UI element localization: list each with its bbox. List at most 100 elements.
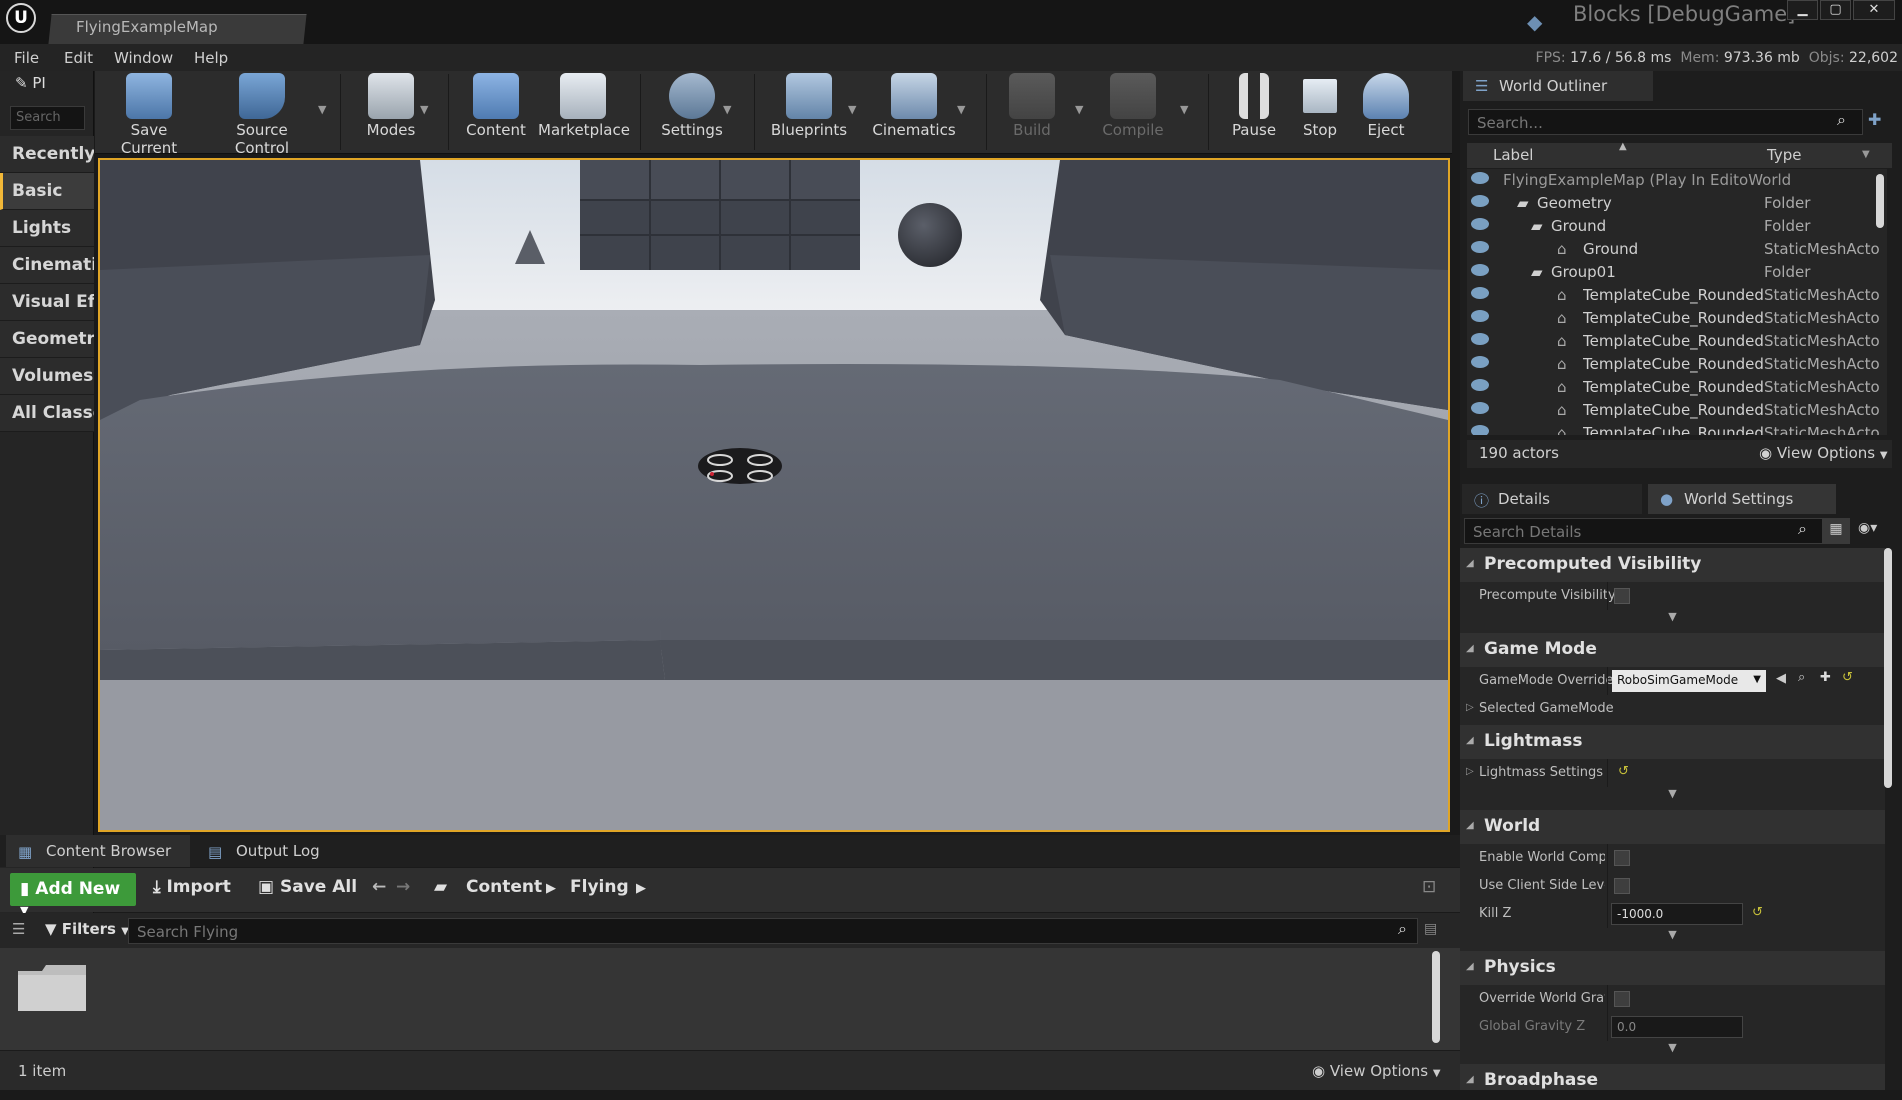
advanced-expander[interactable]: ▼ (1460, 928, 1885, 944)
list-item[interactable]: ⌂ TemplateCube_Rounded_ StaticMeshActo (1467, 330, 1887, 353)
override-world-gravity-checkbox[interactable] (1614, 991, 1630, 1007)
list-item[interactable]: ⌂ TemplateCube_Rounded_ StaticMeshActo (1467, 353, 1887, 376)
content-search-input[interactable]: Search Flying (128, 918, 1418, 944)
outliner-search-input[interactable]: Search... (1468, 109, 1863, 135)
menu-help[interactable]: Help (194, 49, 228, 67)
section-game-mode[interactable]: Game Mode (1460, 633, 1885, 667)
search-icon[interactable]: ⌕ (1798, 519, 1807, 539)
marketplace-button[interactable]: Marketplace (538, 73, 630, 139)
chevron-down-icon[interactable]: ▼ (1862, 149, 1870, 160)
visibility-eye-icon[interactable] (1471, 333, 1489, 345)
reset-default-icon[interactable]: ↺ (1752, 905, 1763, 920)
enable-world-composition-checkbox[interactable] (1614, 850, 1630, 866)
save-current-button[interactable]: Save Current (104, 73, 194, 157)
advanced-expander[interactable]: ▼ (1460, 1041, 1885, 1057)
modes-dropdown[interactable]: ▼ (420, 103, 428, 116)
property-matrix-icon[interactable]: ▦ (1822, 518, 1850, 544)
content-scrollbar[interactable] (1432, 951, 1440, 1043)
list-item[interactable]: ⌂ TemplateCube_Rounded_ StaticMeshActo (1467, 399, 1887, 422)
add-icon[interactable]: ✚ (1820, 670, 1831, 685)
import-button[interactable]: ⤓ Import (153, 877, 231, 897)
category-volumes[interactable]: Volumes (0, 358, 94, 395)
create-folder-icon[interactable]: ✚ (1868, 110, 1881, 129)
category-lights[interactable]: Lights (0, 210, 94, 247)
settings-button[interactable]: Settings (656, 73, 728, 139)
category-basic[interactable]: Basic (0, 173, 94, 210)
blueprints-dropdown[interactable]: ▼ (848, 103, 856, 116)
section-broadphase[interactable]: Broadphase (1460, 1064, 1885, 1090)
cinematics-dropdown[interactable]: ▼ (957, 103, 965, 116)
stop-button[interactable]: Stop (1292, 73, 1348, 139)
browse-search-icon[interactable]: ⌕ (1798, 670, 1805, 685)
list-item[interactable]: ▰ Ground Folder (1467, 215, 1887, 238)
sources-toggle-icon[interactable]: ☰ (12, 920, 25, 938)
filters-button[interactable]: ▼ Filters ▼ (45, 920, 129, 938)
history-back-button[interactable]: ← (372, 877, 386, 897)
list-item[interactable]: ▰ Group01 Folder (1467, 261, 1887, 284)
path-separator-icon[interactable]: ▶ (546, 881, 556, 896)
list-item[interactable]: ▰ Geometry Folder (1467, 192, 1887, 215)
category-all-classes[interactable]: All Classes (0, 395, 94, 432)
visibility-eye-icon[interactable] (1471, 195, 1489, 207)
path-flying[interactable]: Flying (570, 877, 629, 897)
section-world[interactable]: World (1460, 810, 1885, 844)
visibility-eye-icon[interactable] (1471, 356, 1489, 368)
path-separator-icon[interactable]: ▶ (636, 881, 646, 896)
tab-world-settings[interactable]: ● World Settings (1648, 484, 1836, 514)
add-new-button[interactable]: ▮ Add New ▼ (10, 873, 136, 917)
compile-dropdown[interactable]: ▼ (1180, 103, 1188, 116)
list-item[interactable]: ⌂ TemplateCube_Rounded_ StaticMeshActo (1467, 307, 1887, 330)
build-button[interactable]: Build (1004, 73, 1060, 139)
save-all-button[interactable]: ▣ Save All (258, 877, 357, 897)
category-visual-effects[interactable]: Visual Effects (0, 284, 94, 321)
category-geometry[interactable]: Geometry (0, 321, 94, 358)
tab-content-browser[interactable]: ▦ Content Browser (6, 835, 190, 867)
advanced-expander[interactable]: ▼ (1460, 610, 1885, 626)
modes-search-input[interactable]: Search (10, 106, 85, 130)
source-control-dropdown[interactable]: ▼ (318, 103, 326, 116)
tab-details[interactable]: ⓘ Details (1462, 484, 1642, 514)
lock-icon[interactable]: ⊡ (1422, 877, 1436, 897)
visibility-eye-icon[interactable] (1471, 218, 1489, 230)
place-mode-tab[interactable]: ✎ PI (15, 74, 46, 92)
eject-button[interactable]: Eject (1358, 73, 1414, 139)
details-search-input[interactable]: Search Details (1464, 518, 1824, 544)
section-physics[interactable]: Physics (1460, 951, 1885, 985)
advanced-expander[interactable]: ▼ (1460, 787, 1885, 803)
category-cinematic[interactable]: Cinematic (0, 247, 94, 284)
content-button[interactable]: Content (464, 73, 528, 139)
outliner-view-options-button[interactable]: ◉ View Options ▼ (1759, 444, 1888, 462)
search-icon[interactable]: ⌕ (1837, 110, 1846, 130)
gamemode-override-select[interactable]: RoboSimGameMode ▼ (1612, 670, 1766, 692)
cinematics-button[interactable]: Cinematics (872, 73, 956, 139)
compile-button[interactable]: Compile (1098, 73, 1168, 139)
minimize-button[interactable]: ▁ (1787, 0, 1818, 20)
list-item[interactable]: ⌂ TemplateCube_Rounded_ StaticMeshActo (1467, 284, 1887, 307)
pause-button[interactable]: Pause (1226, 73, 1282, 139)
column-label[interactable]: Label (1493, 146, 1533, 164)
property-row[interactable]: ▷ Selected GameMode (1460, 695, 1885, 723)
details-scrollbar[interactable] (1884, 548, 1892, 788)
column-type[interactable]: Type (1767, 146, 1801, 164)
use-selected-arrow-icon[interactable]: ◀ (1776, 671, 1786, 686)
source-control-button[interactable]: Source Control (207, 73, 317, 157)
section-precomputed-visibility[interactable]: Precomputed Visibility (1460, 548, 1885, 582)
visibility-eye-icon[interactable] (1471, 287, 1489, 299)
visibility-eye-icon[interactable] (1471, 310, 1489, 322)
kill-z-input[interactable]: -1000.0 (1611, 903, 1743, 925)
settings-dropdown[interactable]: ▼ (723, 103, 731, 116)
visibility-eye-icon[interactable] (1471, 241, 1489, 253)
reset-default-icon[interactable]: ↺ (1618, 764, 1629, 779)
level-viewport[interactable] (98, 158, 1450, 832)
visibility-eye-icon[interactable] (1471, 425, 1489, 435)
content-view-options-button[interactable]: ◉ View Options ▼ (1312, 1062, 1441, 1080)
search-icon[interactable]: ⌕ (1398, 919, 1407, 939)
list-item[interactable]: ⌂ TemplateCube_Rounded_ StaticMeshActo (1467, 422, 1887, 435)
global-gravity-z-input[interactable]: 0.0 (1611, 1016, 1743, 1038)
precompute-visibility-checkbox[interactable] (1614, 588, 1630, 604)
visibility-eye-icon[interactable] (1471, 379, 1489, 391)
list-item[interactable]: ⌂ TemplateCube_Rounded_ StaticMeshActo (1467, 376, 1887, 399)
tab-output-log[interactable]: ▤ Output Log (196, 835, 376, 867)
maximize-button[interactable]: ▢ (1820, 0, 1851, 20)
category-recently-placed[interactable]: Recently Placed (0, 136, 94, 173)
